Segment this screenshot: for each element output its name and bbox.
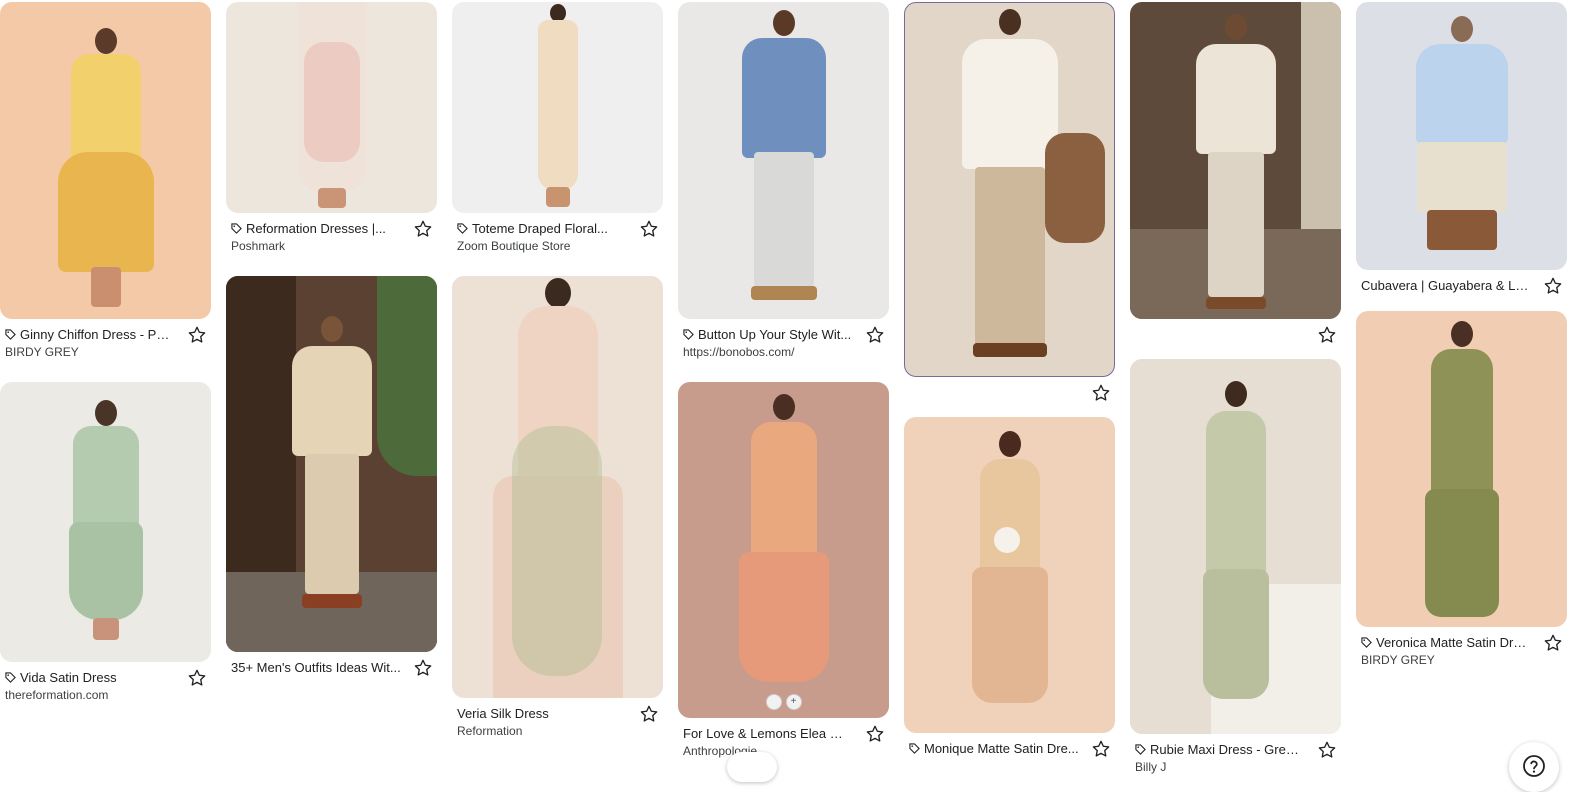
star-icon[interactable] xyxy=(1543,276,1563,296)
result-card[interactable]: Toteme Draped Floral... Zoom Boutique St… xyxy=(452,2,663,253)
result-card[interactable]: Veronica Matte Satin Dres... BIRDY GREY xyxy=(1356,311,1567,667)
result-image[interactable] xyxy=(1130,359,1341,734)
tag-icon xyxy=(1361,637,1372,648)
result-source[interactable]: https://bonobos.com/ xyxy=(683,345,794,359)
result-image[interactable] xyxy=(0,2,211,319)
result-title[interactable]: For Love & Lemons Elea Ma... xyxy=(683,726,853,741)
result-title[interactable]: Veronica Matte Satin Dres... xyxy=(1376,635,1531,650)
result-source[interactable]: Poshmark xyxy=(231,239,285,253)
result-title[interactable]: Cubavera | Guayabera & Lin... xyxy=(1361,278,1531,293)
tag-icon xyxy=(231,223,242,234)
result-title[interactable]: Monique Matte Satin Dre... xyxy=(924,741,1079,756)
result-image[interactable] xyxy=(1130,2,1341,319)
result-card[interactable]: Ginny Chiffon Dress - Pal... BIRDY GREY xyxy=(0,2,211,359)
carousel-dot[interactable] xyxy=(765,694,782,710)
result-image[interactable] xyxy=(678,2,889,319)
result-title[interactable]: Rubie Maxi Dress - Green... xyxy=(1150,742,1305,757)
star-icon[interactable] xyxy=(1317,325,1337,345)
result-source[interactable]: BIRDY GREY xyxy=(1361,653,1435,667)
result-card[interactable]: Rubie Maxi Dress - Green... Billy J xyxy=(1130,359,1341,774)
star-icon[interactable] xyxy=(1543,633,1563,653)
result-image[interactable] xyxy=(1356,2,1567,270)
result-card[interactable]: + For Love & Lemons Elea Ma... Anthropol… xyxy=(678,382,889,758)
result-image[interactable] xyxy=(904,417,1115,733)
result-source[interactable]: Zoom Boutique Store xyxy=(457,239,570,253)
result-title[interactable]: 35+ Men's Outfits Ideas Wit... xyxy=(231,660,401,675)
result-card[interactable] xyxy=(904,2,1115,417)
tag-icon xyxy=(909,743,920,754)
result-card[interactable]: Veria Silk Dress Reformation xyxy=(452,276,663,738)
carousel-next-dot[interactable]: + xyxy=(785,694,802,710)
help-button[interactable] xyxy=(1509,742,1559,792)
result-image[interactable] xyxy=(452,276,663,698)
result-title[interactable]: Veria Silk Dress xyxy=(457,706,549,721)
result-card[interactable]: Vida Satin Dress thereformation.com xyxy=(0,382,211,702)
result-title[interactable]: Ginny Chiffon Dress - Pal... xyxy=(20,327,175,342)
carousel-dots[interactable]: + xyxy=(765,694,802,710)
result-source[interactable]: Reformation xyxy=(457,724,522,738)
result-card[interactable]: Cubavera | Guayabera & Lin... xyxy=(1356,2,1567,310)
result-image[interactable] xyxy=(904,2,1115,377)
tag-icon xyxy=(1135,744,1146,755)
result-image[interactable] xyxy=(226,2,437,213)
result-image[interactable]: + xyxy=(678,382,889,718)
result-image[interactable] xyxy=(226,276,437,652)
star-icon[interactable] xyxy=(865,325,885,345)
star-icon[interactable] xyxy=(187,668,207,688)
help-question-icon xyxy=(1523,755,1545,777)
result-card[interactable]: 35+ Men's Outfits Ideas Wit... xyxy=(226,276,437,692)
result-image[interactable] xyxy=(0,382,211,662)
result-source[interactable]: thereformation.com xyxy=(5,688,108,702)
tag-icon xyxy=(457,223,468,234)
image-results-grid: Ginny Chiffon Dress - Pal... BIRDY GREY … xyxy=(0,0,1573,774)
result-title[interactable]: Vida Satin Dress xyxy=(20,670,117,685)
result-card[interactable] xyxy=(1130,2,1341,359)
star-icon[interactable] xyxy=(639,704,659,724)
tag-icon xyxy=(683,329,694,340)
result-source[interactable]: Billy J xyxy=(1135,760,1166,774)
star-icon[interactable] xyxy=(1091,383,1111,403)
result-title[interactable]: Toteme Draped Floral... xyxy=(472,221,608,236)
result-card[interactable]: Button Up Your Style Wit... https://bono… xyxy=(678,2,889,359)
result-image[interactable] xyxy=(1356,311,1567,627)
result-card[interactable]: Reformation Dresses |... Poshmark xyxy=(226,2,437,253)
result-title[interactable]: Button Up Your Style Wit... xyxy=(698,327,851,342)
star-icon[interactable] xyxy=(639,219,659,239)
star-icon[interactable] xyxy=(187,325,207,345)
star-icon[interactable] xyxy=(413,658,433,678)
tag-icon xyxy=(5,329,16,340)
star-icon[interactable] xyxy=(1091,739,1111,759)
result-title[interactable]: Reformation Dresses |... xyxy=(246,221,386,236)
result-card[interactable]: Monique Matte Satin Dre... xyxy=(904,417,1115,773)
result-image[interactable] xyxy=(452,2,663,213)
star-icon[interactable] xyxy=(1317,740,1337,760)
scroll-more-chip[interactable] xyxy=(727,752,777,782)
tag-icon xyxy=(5,672,16,683)
star-icon[interactable] xyxy=(413,219,433,239)
star-icon[interactable] xyxy=(865,724,885,744)
result-source[interactable]: BIRDY GREY xyxy=(5,345,79,359)
